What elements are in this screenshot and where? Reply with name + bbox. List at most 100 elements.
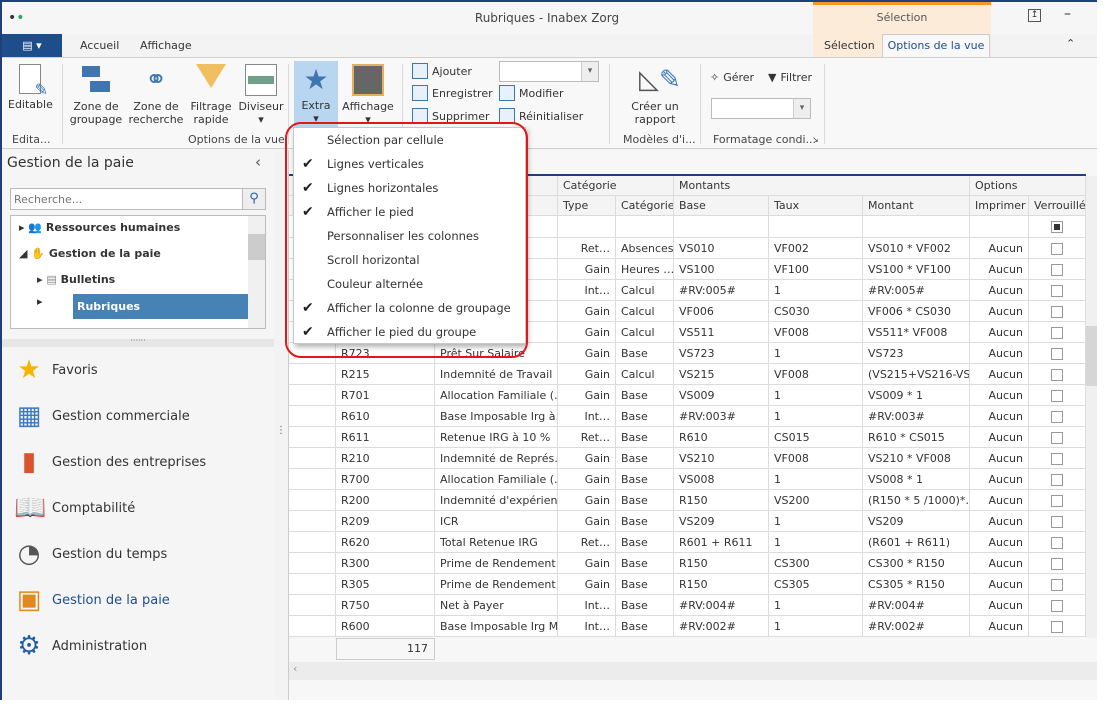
nav-item-4[interactable]: ◔ Gestion du temps [14, 539, 168, 569]
tree-expander-icon[interactable]: ▸ [37, 295, 43, 308]
menu-item-5[interactable]: Scroll horizontal [294, 248, 525, 272]
nav-item-5[interactable]: ▣ Gestion de la paie [14, 585, 170, 615]
filtrer-button[interactable]: ▼ Filtrer [768, 71, 812, 84]
verrouille-checkbox[interactable] [1051, 348, 1063, 360]
grid-cell[interactable]: R701 [336, 385, 435, 406]
nav-item-0[interactable]: ★ Favoris [14, 355, 97, 385]
dialog-launcher-icon[interactable]: ↘ [812, 135, 819, 144]
nav-item-2[interactable]: ▮ Gestion des entreprises [14, 447, 206, 477]
filter-cell[interactable] [769, 216, 863, 238]
grid-cell[interactable]: R200 [336, 490, 435, 511]
filter-cell[interactable] [616, 216, 674, 238]
tab-options-de-la-vue[interactable]: Options de la vue [882, 34, 990, 58]
tab-selection[interactable]: Sélection [824, 39, 875, 52]
verrouille-checkbox[interactable] [1051, 579, 1063, 591]
grid-cell[interactable]: R209 [336, 511, 435, 532]
filter-cell[interactable] [558, 216, 616, 238]
grid-cell[interactable]: R610 [336, 406, 435, 427]
zone-recherche-button[interactable]: ⚭ Zone de recherche [128, 64, 184, 126]
grid-cell[interactable]: Retenue IRG à 10 % [435, 427, 558, 448]
grid-cell[interactable]: R611 [336, 427, 435, 448]
verrouille-checkbox[interactable] [1051, 285, 1063, 297]
vertical-scrollbar[interactable] [1086, 176, 1097, 638]
enregistrer-button[interactable]: Enregistrer [412, 85, 493, 101]
verrouille-checkbox[interactable] [1051, 516, 1063, 528]
grid-cell[interactable]: Net à Payer [435, 595, 558, 616]
nav-item-1[interactable]: ▦ Gestion commerciale [14, 401, 190, 431]
gerer-button[interactable]: ✧ Gérer [710, 71, 754, 84]
verrouille-checkbox[interactable] [1051, 411, 1063, 423]
verrouille-checkbox[interactable] [1051, 537, 1063, 549]
affichage-button[interactable]: Affichage ▾ [342, 64, 394, 126]
menu-item-8[interactable]: ✔ Afficher le pied du groupe [294, 320, 525, 344]
modifier-button[interactable]: Modifier [499, 85, 563, 101]
filter-cell[interactable] [1029, 216, 1086, 238]
column-header-categorie[interactable]: Catégorie [616, 196, 674, 216]
verrouille-checkbox[interactable] [1051, 600, 1063, 612]
format-combo[interactable]: ▾ [711, 98, 811, 119]
grid-cell[interactable]: R300 [336, 553, 435, 574]
menu-item-3[interactable]: ✔ Afficher le pied [294, 200, 525, 224]
grid-cell[interactable]: Allocation Familiale (… [435, 469, 558, 490]
column-header-type[interactable]: Type [558, 196, 616, 216]
filter-cell[interactable] [863, 216, 970, 238]
tree-item-rubriques[interactable]: Rubriques [73, 294, 248, 319]
grid-cell[interactable]: Base Imposable Irg à… [435, 406, 558, 427]
verrouille-checkbox[interactable] [1051, 474, 1063, 486]
editable-button[interactable]: ✎ Editable [8, 64, 53, 111]
grid-cell[interactable]: Indemnité de Travail … [435, 364, 558, 385]
grid-cell[interactable]: Indemnité de Représ… [435, 448, 558, 469]
search-input[interactable] [10, 188, 243, 210]
supprimer-button[interactable]: Supprimer [412, 108, 490, 124]
tree-scrollbar[interactable] [248, 216, 265, 328]
verrouille-checkbox[interactable] [1051, 621, 1063, 633]
grid-cell[interactable]: R620 [336, 532, 435, 553]
grid-cell[interactable]: R723 [336, 343, 435, 364]
extra-button[interactable]: ★ Extra ▾ [294, 61, 338, 133]
column-header-base[interactable]: Base [674, 196, 769, 216]
verrouille-checkbox[interactable] [1051, 558, 1063, 570]
verrouille-checkbox[interactable] [1051, 306, 1063, 318]
verrouille-checkbox[interactable] [1051, 243, 1063, 255]
verrouille-checkbox[interactable] [1051, 390, 1063, 402]
grid-cell[interactable]: R215 [336, 364, 435, 385]
creer-rapport-button[interactable]: ◺✎ Créer un rapport [624, 64, 686, 126]
verrouille-checkbox[interactable] [1051, 369, 1063, 381]
select-all-checkbox[interactable] [1051, 221, 1063, 233]
grid-cell[interactable]: Base Imposable Irg M… [435, 616, 558, 637]
ajouter-button[interactable]: Ajouter [412, 63, 472, 79]
menu-item-1[interactable]: ✔ Lignes verticales [294, 152, 525, 176]
grid-cell[interactable]: R700 [336, 469, 435, 490]
grid-cell[interactable]: ICR [435, 511, 558, 532]
menu-item-2[interactable]: ✔ Lignes horizontales [294, 176, 525, 200]
tree-item-bulletins[interactable]: ▸ ▤ Bulletins [37, 273, 115, 286]
search-icon[interactable]: ⚲ [242, 188, 266, 210]
column-header-montant[interactable]: Montant [863, 196, 970, 216]
filtrage-rapide-button[interactable]: Filtrage rapide [186, 64, 236, 126]
grid-cell[interactable]: Allocation Familiale (… [435, 385, 558, 406]
verrouille-checkbox[interactable] [1051, 495, 1063, 507]
column-header-imprimer[interactable]: Imprimer [970, 196, 1029, 216]
grid-cell[interactable]: R600 [336, 616, 435, 637]
grid-cell[interactable]: Indemnité d'expérien… [435, 490, 558, 511]
grid-cell[interactable]: Prime de Rendement … [435, 553, 558, 574]
tree-item-ressources-humaines[interactable]: ▸ 👥 Ressources humaines [19, 221, 180, 234]
menu-item-7[interactable]: ✔ Afficher la colonne de groupage [294, 296, 525, 320]
grid-cell[interactable]: R305 [336, 574, 435, 595]
diviseur-button[interactable]: Diviseur ▾ [238, 64, 284, 126]
verrouille-checkbox[interactable] [1051, 453, 1063, 465]
tab-affichage[interactable]: Affichage [140, 39, 192, 52]
nav-item-3[interactable]: 📖 Comptabilité [14, 493, 135, 523]
menu-item-0[interactable]: Sélection par cellule [294, 128, 525, 152]
column-header-verrouille[interactable]: Verrouillé [1029, 196, 1086, 216]
reinitialiser-button[interactable]: Réinitialiser [499, 108, 583, 124]
tab-accueil[interactable]: Accueil [80, 39, 119, 52]
restore-ribbon-icon[interactable]: ↥ [1028, 9, 1041, 22]
collapse-panel-icon[interactable]: ‹ [255, 153, 261, 171]
collapse-ribbon-icon[interactable]: ⌃ [1066, 37, 1075, 50]
nav-item-6[interactable]: ⚙ Administration [14, 631, 147, 661]
grid-cell[interactable]: R750 [336, 595, 435, 616]
verrouille-checkbox[interactable] [1051, 432, 1063, 444]
column-header-taux[interactable]: Taux [769, 196, 863, 216]
grid-cell[interactable]: R210 [336, 448, 435, 469]
